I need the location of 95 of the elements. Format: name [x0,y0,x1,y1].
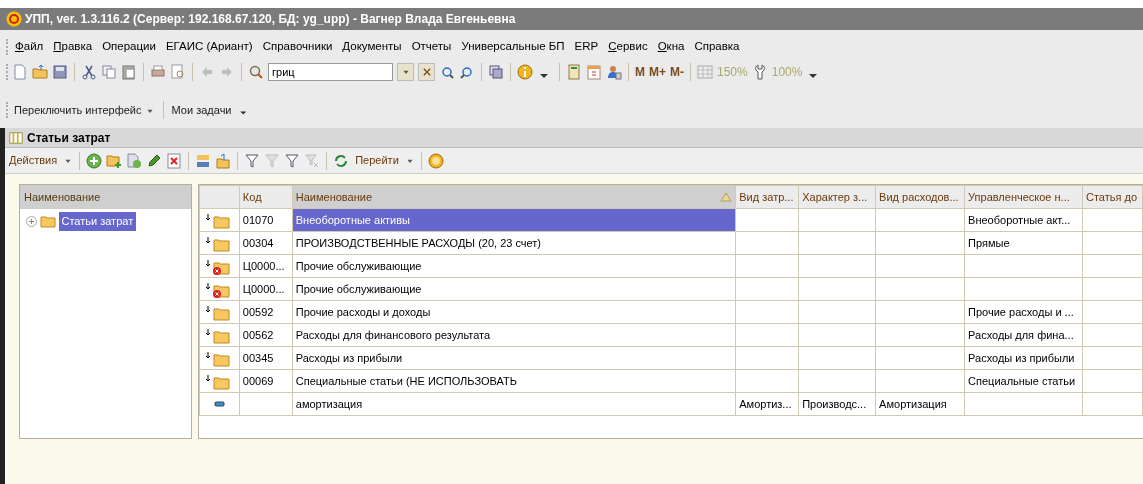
column-header: Наименование [24,189,101,205]
table-cell: Расходы из прибыли [964,346,1083,370]
search-field[interactable]: гриц [268,63,393,81]
folder-icon [206,350,233,367]
delete-icon[interactable] [166,152,183,169]
menu-item[interactable]: Окна [654,38,688,56]
deleted-folder-icon [206,258,233,275]
actions-menu[interactable]: Действия [7,152,60,169]
deleted-folder-icon [206,281,233,298]
folder-icon [206,212,233,229]
table-cell: Ц0000... [239,277,293,301]
toolbar-button[interactable]: Переключить интерфейс [12,101,157,119]
column-header[interactable]: Характер з... [798,185,876,209]
logo-icon [6,11,22,27]
folder-icon[interactable] [39,213,56,230]
refresh-icon[interactable] [333,152,350,169]
toolbar-button[interactable]: Мои задачи [169,101,234,119]
folder-icon [206,304,233,321]
preview-icon[interactable] [170,64,186,80]
add-icon[interactable] [86,152,103,169]
level-up-icon[interactable] [215,152,232,169]
find-next-icon[interactable] [439,64,455,80]
table-cell: Специальные статьи [964,369,1083,393]
folder-icon[interactable] [32,64,48,80]
folder-icon [206,373,233,390]
sort-icon [720,191,733,202]
table-cell[interactable]: Прочие расходы и доходы [292,300,736,324]
table-cell[interactable]: Расходы из прибыли [292,346,736,370]
list-icon[interactable] [9,130,23,145]
table-cell: Производс... [798,392,876,416]
table-cell: 00304 [239,231,293,255]
table-cell[interactable]: Внеоборотные активы [292,208,736,232]
calendar-icon[interactable] [586,64,602,80]
table-cell: 01070 [239,208,293,232]
table-cell: Расходы для фина... [964,323,1083,347]
column-header[interactable]: Код [239,185,293,209]
table-cell[interactable]: ПРОИЗВОДСТВЕННЫЕ РАСХОДЫ (20, 23 счет) [292,231,736,255]
pencil-icon[interactable] [146,152,163,169]
goto-menu[interactable]: Перейти [353,152,401,169]
calculator-icon[interactable] [566,64,582,80]
windows-icon[interactable] [488,64,504,80]
close-icon [422,68,431,77]
menu-item[interactable]: ERP [571,38,602,56]
find-previous-icon[interactable] [459,64,475,80]
folder-icon [206,235,233,252]
table-cell: 00345 [239,346,293,370]
table-cell[interactable]: Расходы для финансового результата [292,323,736,347]
filter-icon[interactable] [244,152,261,169]
table-cell[interactable]: Прочие обслуживающие [292,277,736,301]
clear-button[interactable] [418,63,435,81]
table-cell: 00562 [239,323,293,347]
menu-item[interactable]: Сервис [605,38,651,56]
table-cell: Амортиз... [735,392,799,416]
scissors-icon[interactable] [81,64,97,80]
filter-icon[interactable] [284,152,301,169]
user-icon[interactable] [606,64,622,80]
column-header[interactable]: Управленческое н... [964,185,1083,209]
table-cell: Внеоборотные акт... [964,208,1083,232]
window-title: УПП, ver. 1.3.116.2 (Сервер: 192.168.67.120, БД: yg_upp) - Вагнер Влада Евгеньевна [25,11,516,28]
column-header[interactable]: Наименование [295,190,373,203]
table-cell: Прочие расходы и ... [964,300,1083,324]
paste-icon[interactable] [121,64,137,80]
table-cell[interactable]: Прочие обслуживающие [292,254,736,278]
menu-item[interactable]: Универсальные БП [458,38,568,56]
toolbar-button[interactable]: M+ [649,63,666,81]
menu-item[interactable]: Справочники [259,38,336,56]
menu-item[interactable]: Файл [12,38,47,56]
toolbar-button[interactable]: M [635,63,645,81]
table-cell: 00069 [239,369,293,393]
info-icon[interactable] [517,64,533,80]
table-cell: Ц0000... [239,254,293,278]
menu-item[interactable]: Правка [50,38,96,56]
tree-item[interactable]: Статьи затрат [58,212,137,231]
search-icon[interactable] [248,64,264,80]
table-cell: Амортизация [875,392,965,416]
table-cell[interactable]: амортизация [292,392,736,416]
menu-item[interactable]: Отчеты [408,38,455,56]
column-header[interactable]: Вид расходов... [875,185,965,209]
column-header[interactable]: Вид затр... [735,185,799,209]
menu-item[interactable]: Документы [339,38,405,56]
table-cell: 00592 [239,300,293,324]
table-cell[interactable]: Специальные статьи (НЕ ИСПОЛЬЗОВАТЬ [292,369,736,393]
folder-icon [206,327,233,344]
copy-icon[interactable] [101,64,117,80]
form-title: Статьи затрат [27,129,111,147]
menu-item[interactable]: ЕГАИС (Ариант) [162,38,256,56]
document-icon[interactable] [12,64,28,80]
table-cell: Прямые [964,231,1083,255]
add-folder-icon[interactable] [106,152,123,169]
menu-item[interactable]: Справка [691,38,743,56]
menu-item[interactable]: Операции [99,38,159,56]
toolbar-button[interactable]: M- [670,63,684,81]
printer-icon[interactable] [150,64,166,80]
column-header[interactable]: Статья до [1082,185,1143,209]
save-icon[interactable] [52,64,68,80]
